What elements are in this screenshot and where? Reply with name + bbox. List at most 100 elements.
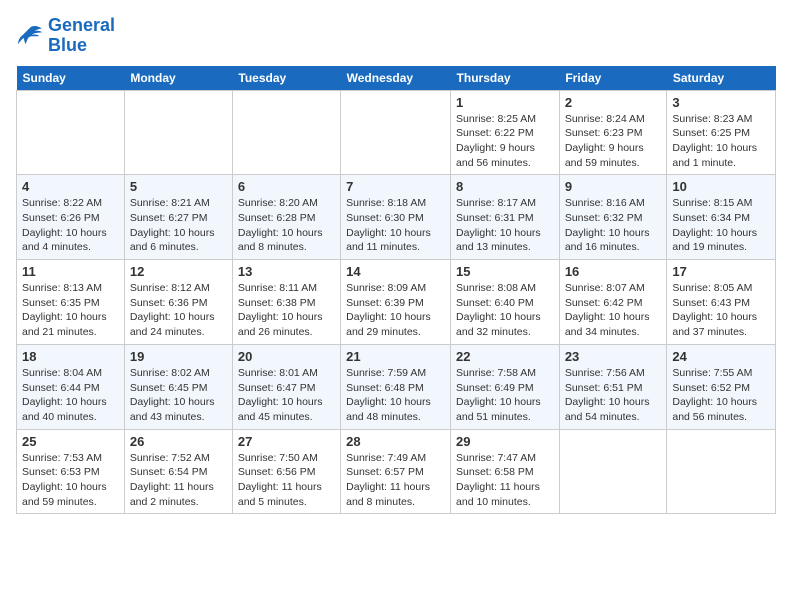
calendar-cell: 2 Sunrise: 8:24 AMSunset: 6:23 PMDaylight…: [559, 90, 667, 175]
day-number: 17: [672, 264, 770, 279]
day-info: Sunrise: 8:04 AMSunset: 6:44 PMDaylight:…: [22, 366, 119, 425]
calendar-table: SundayMondayTuesdayWednesdayThursdayFrid…: [16, 66, 776, 515]
day-info: Sunrise: 8:18 AMSunset: 6:30 PMDaylight:…: [346, 196, 445, 255]
day-number: 15: [456, 264, 554, 279]
calendar-cell: 4Sunrise: 8:22 AMSunset: 6:26 PMDaylight…: [17, 175, 125, 260]
day-number: 21: [346, 349, 445, 364]
day-info: Sunrise: 8:11 AMSunset: 6:38 PMDaylight:…: [238, 281, 335, 340]
day-info: Sunrise: 8:08 AMSunset: 6:40 PMDaylight:…: [456, 281, 554, 340]
day-info: Sunrise: 7:53 AMSunset: 6:53 PMDaylight:…: [22, 451, 119, 510]
calendar-cell: 17 Sunrise: 8:05 AMSunset: 6:43 PMDayligh…: [667, 260, 776, 345]
day-number: 22: [456, 349, 554, 364]
day-number: 19: [130, 349, 227, 364]
day-number: 24: [672, 349, 770, 364]
day-number: 10: [672, 179, 770, 194]
weekday-header: Friday: [559, 66, 667, 91]
day-info: Sunrise: 8:13 AMSunset: 6:35 PMDaylight:…: [22, 281, 119, 340]
calendar-cell: 18 Sunrise: 8:04 AMSunset: 6:44 PMDayligh…: [17, 344, 125, 429]
day-number: 16: [565, 264, 662, 279]
calendar-cell: 26 Sunrise: 7:52 AMSunset: 6:54 PMDayligh…: [124, 429, 232, 514]
calendar-week-row: 11 Sunrise: 8:13 AMSunset: 6:35 PMDayligh…: [17, 260, 776, 345]
calendar-cell: 28 Sunrise: 7:49 AMSunset: 6:57 PMDayligh…: [341, 429, 451, 514]
calendar-week-row: 4Sunrise: 8:22 AMSunset: 6:26 PMDaylight…: [17, 175, 776, 260]
day-info: Sunrise: 8:25 AMSunset: 6:22 PMDaylight:…: [456, 112, 554, 171]
weekday-header: Wednesday: [341, 66, 451, 91]
day-number: 29: [456, 434, 554, 449]
day-info: Sunrise: 7:55 AMSunset: 6:52 PMDaylight:…: [672, 366, 770, 425]
weekday-header: Sunday: [17, 66, 125, 91]
day-info: Sunrise: 8:24 AMSunset: 6:23 PMDaylight:…: [565, 112, 662, 171]
day-number: 28: [346, 434, 445, 449]
calendar-cell: [667, 429, 776, 514]
calendar-cell: 21 Sunrise: 7:59 AMSunset: 6:48 PMDayligh…: [341, 344, 451, 429]
day-number: 26: [130, 434, 227, 449]
calendar-cell: 13 Sunrise: 8:11 AMSunset: 6:38 PMDayligh…: [232, 260, 340, 345]
day-info: Sunrise: 8:07 AMSunset: 6:42 PMDaylight:…: [565, 281, 662, 340]
weekday-header: Monday: [124, 66, 232, 91]
calendar-header-row: SundayMondayTuesdayWednesdayThursdayFrid…: [17, 66, 776, 91]
day-info: Sunrise: 7:56 AMSunset: 6:51 PMDaylight:…: [565, 366, 662, 425]
calendar-week-row: 1 Sunrise: 8:25 AMSunset: 6:22 PMDaylight…: [17, 90, 776, 175]
day-info: Sunrise: 7:47 AMSunset: 6:58 PMDaylight:…: [456, 451, 554, 510]
calendar-cell: 27 Sunrise: 7:50 AMSunset: 6:56 PMDayligh…: [232, 429, 340, 514]
day-info: Sunrise: 8:12 AMSunset: 6:36 PMDaylight:…: [130, 281, 227, 340]
day-number: 2: [565, 95, 662, 110]
calendar-cell: 3 Sunrise: 8:23 AMSunset: 6:25 PMDaylight…: [667, 90, 776, 175]
calendar-week-row: 25 Sunrise: 7:53 AMSunset: 6:53 PMDayligh…: [17, 429, 776, 514]
weekday-header: Saturday: [667, 66, 776, 91]
day-number: 25: [22, 434, 119, 449]
day-info: Sunrise: 8:17 AMSunset: 6:31 PMDaylight:…: [456, 196, 554, 255]
calendar-cell: 24 Sunrise: 7:55 AMSunset: 6:52 PMDayligh…: [667, 344, 776, 429]
calendar-cell: [17, 90, 125, 175]
day-number: 3: [672, 95, 770, 110]
calendar-cell: 22 Sunrise: 7:58 AMSunset: 6:49 PMDayligh…: [451, 344, 560, 429]
calendar-cell: 25 Sunrise: 7:53 AMSunset: 6:53 PMDayligh…: [17, 429, 125, 514]
calendar-cell: 15 Sunrise: 8:08 AMSunset: 6:40 PMDayligh…: [451, 260, 560, 345]
calendar-cell: 19 Sunrise: 8:02 AMSunset: 6:45 PMDayligh…: [124, 344, 232, 429]
calendar-cell: 9 Sunrise: 8:16 AMSunset: 6:32 PMDaylight…: [559, 175, 667, 260]
day-number: 18: [22, 349, 119, 364]
day-number: 7: [346, 179, 445, 194]
day-number: 9: [565, 179, 662, 194]
day-info: Sunrise: 8:05 AMSunset: 6:43 PMDaylight:…: [672, 281, 770, 340]
day-number: 11: [22, 264, 119, 279]
calendar-cell: 29 Sunrise: 7:47 AMSunset: 6:58 PMDayligh…: [451, 429, 560, 514]
calendar-cell: [341, 90, 451, 175]
calendar-cell: 8 Sunrise: 8:17 AMSunset: 6:31 PMDaylight…: [451, 175, 560, 260]
day-number: 13: [238, 264, 335, 279]
calendar-cell: 5Sunrise: 8:21 AMSunset: 6:27 PMDaylight…: [124, 175, 232, 260]
day-info: Sunrise: 8:23 AMSunset: 6:25 PMDaylight:…: [672, 112, 770, 171]
day-info: Sunrise: 8:09 AMSunset: 6:39 PMDaylight:…: [346, 281, 445, 340]
day-info: Sunrise: 7:49 AMSunset: 6:57 PMDaylight:…: [346, 451, 445, 510]
day-info: Sunrise: 7:58 AMSunset: 6:49 PMDaylight:…: [456, 366, 554, 425]
day-info: Sunrise: 8:02 AMSunset: 6:45 PMDaylight:…: [130, 366, 227, 425]
calendar-cell: 10 Sunrise: 8:15 AMSunset: 6:34 PMDayligh…: [667, 175, 776, 260]
calendar-week-row: 18 Sunrise: 8:04 AMSunset: 6:44 PMDayligh…: [17, 344, 776, 429]
logo: General Blue: [16, 16, 115, 56]
day-info: Sunrise: 8:22 AMSunset: 6:26 PMDaylight:…: [22, 196, 119, 255]
day-number: 20: [238, 349, 335, 364]
header: General Blue: [16, 16, 776, 56]
day-info: Sunrise: 7:59 AMSunset: 6:48 PMDaylight:…: [346, 366, 445, 425]
day-number: 6: [238, 179, 335, 194]
calendar-cell: 23 Sunrise: 7:56 AMSunset: 6:51 PMDayligh…: [559, 344, 667, 429]
day-info: Sunrise: 8:21 AMSunset: 6:27 PMDaylight:…: [130, 196, 227, 255]
day-number: 1: [456, 95, 554, 110]
day-info: Sunrise: 8:15 AMSunset: 6:34 PMDaylight:…: [672, 196, 770, 255]
calendar-cell: 1 Sunrise: 8:25 AMSunset: 6:22 PMDaylight…: [451, 90, 560, 175]
day-number: 27: [238, 434, 335, 449]
day-info: Sunrise: 8:16 AMSunset: 6:32 PMDaylight:…: [565, 196, 662, 255]
calendar-cell: 11 Sunrise: 8:13 AMSunset: 6:35 PMDayligh…: [17, 260, 125, 345]
calendar-cell: 6 Sunrise: 8:20 AMSunset: 6:28 PMDaylight…: [232, 175, 340, 260]
weekday-header: Thursday: [451, 66, 560, 91]
day-info: Sunrise: 7:52 AMSunset: 6:54 PMDaylight:…: [130, 451, 227, 510]
logo-text: General Blue: [48, 16, 115, 56]
calendar-cell: [124, 90, 232, 175]
calendar-cell: 20Sunrise: 8:01 AMSunset: 6:47 PMDayligh…: [232, 344, 340, 429]
weekday-header: Tuesday: [232, 66, 340, 91]
day-number: 8: [456, 179, 554, 194]
day-info: Sunrise: 8:20 AMSunset: 6:28 PMDaylight:…: [238, 196, 335, 255]
logo-bird-icon: [16, 24, 44, 48]
day-number: 23: [565, 349, 662, 364]
day-info: Sunrise: 7:50 AMSunset: 6:56 PMDaylight:…: [238, 451, 335, 510]
